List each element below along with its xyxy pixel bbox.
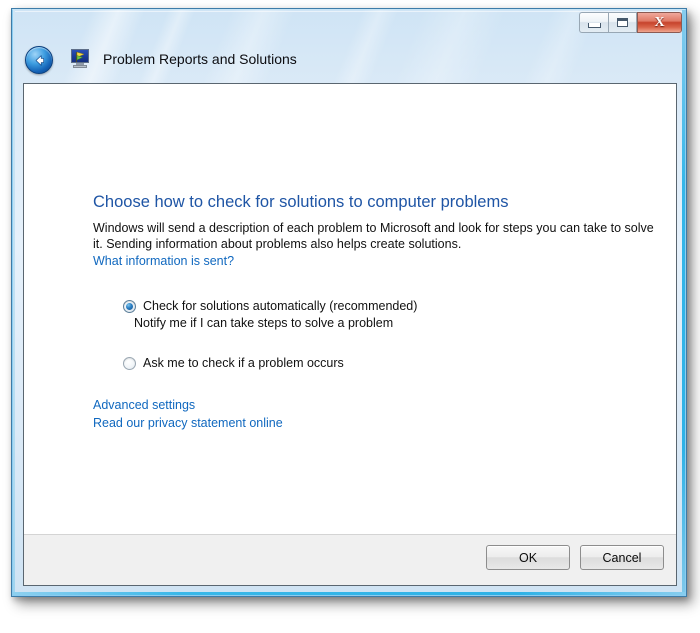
option-automatic[interactable]: Check for solutions automatically (recom… xyxy=(123,298,417,330)
footer-links: Advanced settings Read our privacy state… xyxy=(93,396,283,432)
description-line-2: Sending information about problems also … xyxy=(106,237,462,251)
frame-left-edge xyxy=(13,10,15,595)
frame-bottom-edge xyxy=(13,592,685,595)
close-button[interactable]: X xyxy=(637,12,682,33)
close-icon: X xyxy=(654,14,665,30)
what-information-is-sent-link[interactable]: What information is sent? xyxy=(93,254,234,268)
frame-right-edge xyxy=(682,10,685,595)
flag-glyph xyxy=(75,51,85,62)
advanced-settings-link[interactable]: Advanced settings xyxy=(93,397,195,414)
maximize-button[interactable] xyxy=(608,12,637,33)
description-paragraph: Windows will send a description of each … xyxy=(93,220,663,252)
minimize-button[interactable] xyxy=(579,12,608,33)
minimize-icon xyxy=(587,22,601,28)
page-title: Choose how to check for solutions to com… xyxy=(93,193,509,211)
radio-ask-me[interactable] xyxy=(123,357,136,370)
back-button[interactable] xyxy=(25,46,53,74)
back-arrow-icon xyxy=(35,54,44,66)
radio-automatic[interactable] xyxy=(123,300,136,313)
caption-button-group: X xyxy=(579,12,682,34)
navigation-bar: Problem Reports and Solutions xyxy=(12,41,686,81)
dialog-window: X Problem Reports and Solutions Choose h… xyxy=(11,8,687,597)
content-panel: Choose how to check for solutions to com… xyxy=(23,83,677,586)
dialog-footer: OK Cancel xyxy=(24,534,676,585)
option-automatic-label: Check for solutions automatically (recom… xyxy=(143,299,418,313)
option-ask-me[interactable]: Ask me to check if a problem occurs xyxy=(123,355,417,371)
option-ask-me-label: Ask me to check if a problem occurs xyxy=(143,356,344,370)
option-automatic-sublabel: Notify me if I can take steps to solve a… xyxy=(134,316,394,330)
problem-reports-monitor-icon xyxy=(70,49,90,68)
privacy-statement-link[interactable]: Read our privacy statement online xyxy=(93,415,283,432)
maximize-icon xyxy=(617,18,628,27)
cancel-button[interactable]: Cancel xyxy=(580,545,664,570)
footer-button-group: OK Cancel xyxy=(486,545,664,570)
solution-check-option-group: Check for solutions automatically (recom… xyxy=(123,298,417,371)
ok-button[interactable]: OK xyxy=(486,545,570,570)
dialog-body: Choose how to check for solutions to com… xyxy=(24,84,676,535)
window-title: Problem Reports and Solutions xyxy=(103,51,297,67)
